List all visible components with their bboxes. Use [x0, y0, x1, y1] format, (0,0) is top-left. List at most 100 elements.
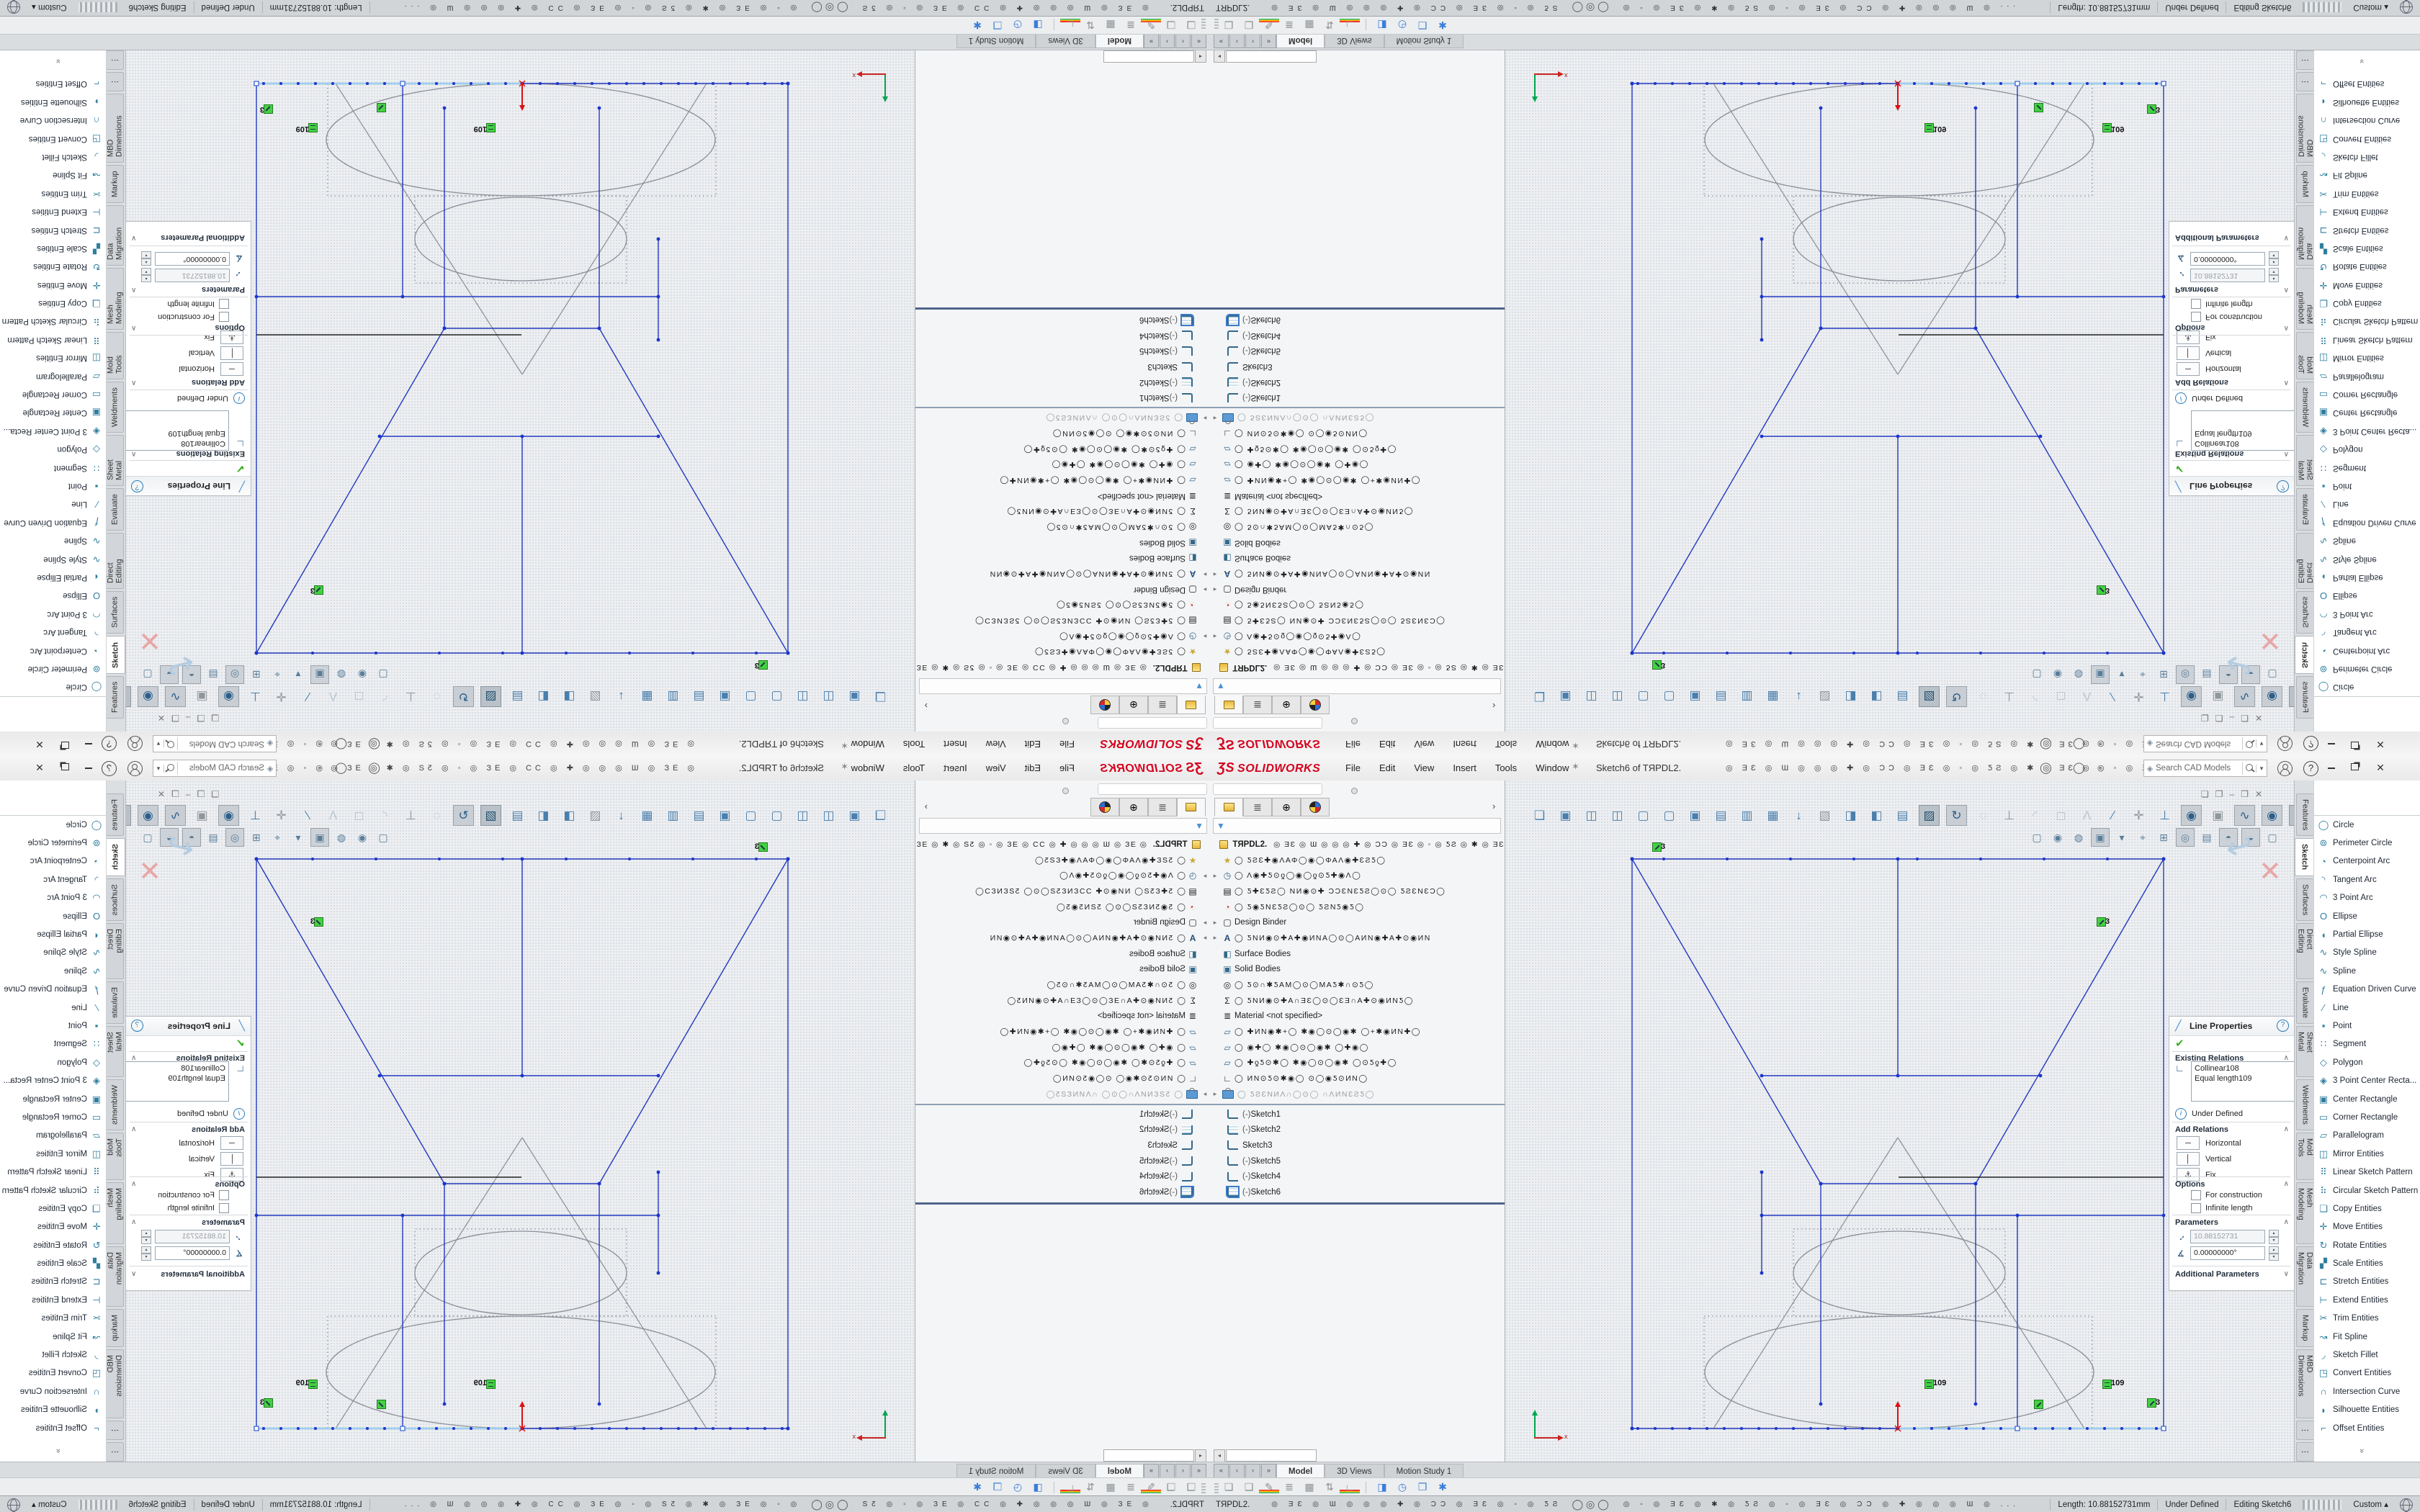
command-tab--[interactable]: ⋮ [2296, 72, 2313, 91]
mass-properties-icon[interactable]: ❏ [1219, 19, 1239, 31]
zoom-area-icon[interactable]: ◉ [2049, 666, 2066, 683]
tree-item-surface[interactable]: ◧Surface Bodies [915, 946, 1210, 962]
tool-rotate-entities[interactable]: ↻Rotate Entities [0, 258, 106, 276]
tree-filter-input[interactable] [920, 820, 1192, 832]
offset-entities-icon[interactable]: ∿ [2234, 686, 2255, 707]
command-tab--[interactable]: ⋮ [107, 1442, 124, 1462]
search-dropdown-icon[interactable]: ▾ [2256, 740, 2267, 748]
schedule-icon[interactable]: ◷ [1392, 19, 1412, 31]
length-spinner[interactable]: ▲▼ [141, 1230, 151, 1243]
arc-icon[interactable]: ◜ [2025, 687, 2045, 706]
tree-item-gauge[interactable]: ◔◯ Ƽ◉ƼΝƐƼƧ◯⊙◯ ƼƧΝƼ◉Ƽ◯ [1210, 899, 1505, 915]
swept-boss-icon[interactable]: ◫ [793, 687, 812, 706]
tree-item-sketch1[interactable]: (-) Sketch1 [915, 1107, 1210, 1122]
tool-perimeter-circle[interactable]: ⊚Perimeter Circle [0, 834, 106, 852]
restore-document-icon[interactable]: ❐ [2241, 713, 2249, 723]
expand-arrow-icon[interactable]: ▸ [1210, 632, 1220, 640]
edit-sketch-icon[interactable]: ↻ [1946, 686, 1967, 707]
tool-convert-entities[interactable]: ◳Convert Entities [0, 130, 106, 148]
tree-filter[interactable]: ▼ [1213, 818, 1501, 834]
pin-menu-icon[interactable]: ✶ [1572, 761, 1579, 773]
command-tab-evaluate[interactable]: Evaluate [107, 488, 124, 531]
tree-item-star[interactable]: ★◯ ƼƧƐ✚◉ΛΑΦ◯◉◯ΦΑΛ◉✚ƐƧƼ◯ [915, 644, 1210, 660]
sketch-line[interactable] [599, 859, 788, 1184]
tool-ellipse[interactable]: ΟEllipse [2314, 907, 2420, 925]
pack-and-go-icon[interactable]: ◨ [1372, 1481, 1392, 1493]
edit-appearance-icon[interactable]: ▤ [2198, 666, 2215, 683]
tree-item-chart[interactable]: ▤◯ Ƽ✚ƐƼƧ◯ ΝИ◉⊙✚ ƆƆƐΝƐƼƧ◯⊙◯ ƼƧƐΝƐƆ◯ [1210, 613, 1505, 629]
tool-corner-rectangle[interactable]: ▭Corner Rectangle [2314, 385, 2420, 403]
minimize-document-icon[interactable]: – [2230, 713, 2235, 723]
linear-pattern-icon[interactable]: ◧ [1867, 687, 1886, 706]
hide-show-items-icon[interactable]: ◎ [225, 665, 244, 684]
reference-geometry-icon[interactable]: ⊥ [1999, 687, 2019, 706]
tool-spline[interactable]: ∿Spline [2314, 531, 2420, 549]
tool-copy-entities[interactable]: ❏Copy Entities [0, 294, 106, 312]
tool-polygon[interactable]: ◇Polygon [2314, 441, 2420, 459]
arc-icon[interactable]: ◜ [2025, 806, 2045, 825]
tool-perimeter-circle[interactable]: ⊚Perimeter Circle [0, 660, 106, 678]
panel-collapse-handle[interactable] [1351, 788, 1358, 794]
tool-silhouette-entities[interactable]: ◗Silhouette Entities [0, 93, 106, 111]
tool-point[interactable]: ▪Point [0, 477, 106, 495]
shell-icon[interactable]: ▧ [586, 806, 605, 825]
tool-stretch-entities[interactable]: ⊏Stretch Entities [2314, 221, 2420, 239]
expand-arrow-icon[interactable]: ▸ [1210, 934, 1220, 942]
checkbox-icon[interactable] [219, 1190, 229, 1200]
add-relation-fix[interactable]: ⚓Fix [204, 330, 243, 344]
tool-corner-rectangle[interactable]: ▭Corner Rectangle [0, 1108, 106, 1126]
expand-arrow-icon[interactable]: ▸ [1200, 414, 1210, 422]
tool-extend-entities[interactable]: ⊢Extend Entities [2314, 1291, 2420, 1309]
tool-fit-spline[interactable]: ↝Fit Spline [0, 1328, 106, 1346]
restore-document-icon[interactable]: ❐ [2241, 789, 2249, 799]
section-view-icon[interactable]: ▣ [2091, 665, 2110, 684]
toolbar-circle-icon[interactable]: ◯ [335, 738, 347, 751]
tool-segment[interactable]: ∷Segment [2314, 1035, 2420, 1053]
extruded-boss-icon[interactable]: ▣ [845, 687, 864, 706]
tab-nav-3[interactable]: » [1261, 1464, 1276, 1478]
tab-nav-3[interactable]: » [1144, 34, 1159, 48]
tab-nav-1[interactable]: ‹ [1229, 1464, 1245, 1478]
tree-item-solid[interactable]: ▣Solid Bodies [915, 962, 1210, 978]
relation-badge-icon[interactable] [2034, 1400, 2043, 1409]
tree-filter-input[interactable] [1228, 680, 1500, 692]
display-style-icon[interactable]: ⊞ [2155, 829, 2172, 846]
add-relations-header[interactable]: Add Relations [192, 378, 245, 387]
tool-equation-driven-curve[interactable]: ƒEquation Driven Curve [2314, 513, 2420, 531]
tab-featuremanager-tree[interactable] [1177, 798, 1206, 816]
tool-trim-entities[interactable]: ✂Trim Entities [2314, 1310, 2420, 1328]
add-relations-header[interactable]: Add Relations [192, 1125, 245, 1134]
tree-item-origin[interactable]: ∟◯ ИΝ⊙Ƽ⊙✱◉◯ ⊙◯◉Ƽ⊙ИΝ◯ [915, 426, 1210, 441]
tool-polygon[interactable]: ◇Polygon [0, 441, 106, 459]
relations-listbox[interactable]: Collinear108Equal length109 [2191, 410, 2295, 451]
zoom-area-icon[interactable]: ◉ [354, 829, 371, 846]
sort-icon[interactable]: ⇅ [1319, 1481, 1340, 1493]
expand-arrow-icon[interactable]: ▸ [1200, 1090, 1210, 1098]
command-tab-data-migration[interactable]: Data Migration [107, 205, 124, 266]
tool-perimeter-circle[interactable]: ⊚Perimeter Circle [2314, 834, 2420, 852]
tool-parallelogram[interactable]: ▱Parallelogram [2314, 1127, 2420, 1145]
additional-parameters-header[interactable]: Additional Parameters [161, 233, 245, 242]
tool-spline[interactable]: ∿Spline [0, 531, 106, 549]
swept-cut-icon[interactable]: ▥ [663, 806, 683, 825]
tab-displaymanager[interactable] [1301, 696, 1330, 714]
search-icon[interactable] [2242, 737, 2256, 750]
command-tab-sketch[interactable]: Sketch [2295, 636, 2313, 674]
tree-item-sketch5[interactable]: (-) Sketch5 [915, 1153, 1210, 1169]
tool-move-entities[interactable]: ✛Move Entities [2314, 1218, 2420, 1236]
tab-nav-2[interactable]: › [1245, 34, 1260, 48]
tree-item-annotations[interactable]: ▸A◯ ƼΝИ◉⊙✚Α✚◉ИΝΑ◯⊙◯ΑИΝ◉✚Α✚⊙◉ИΝ [1210, 566, 1505, 582]
reference-geometry-icon[interactable]: ⊥ [1999, 806, 2019, 825]
command-tab-markup[interactable]: Markup [107, 1309, 124, 1347]
tree-item-binder[interactable]: ▸▢Design Binder [1210, 914, 1505, 930]
menu-view[interactable]: View [1414, 762, 1434, 773]
previous-view-icon[interactable]: ◍ [333, 666, 350, 683]
relation-badge-icon[interactable] [377, 103, 386, 112]
option-for-construction[interactable]: For construction [2191, 312, 2262, 322]
sort-icon[interactable]: ⇅ [1319, 19, 1340, 31]
close-button[interactable]: ✕ [2371, 737, 2390, 750]
pack-and-go-icon[interactable]: ◨ [1028, 1481, 1048, 1493]
tree-item-lockfolder[interactable]: ▸◯ ƼƧƐΝИΛ∩◯⊙◯ ∩ΛИΝƐƧƼ◯ [915, 410, 1210, 426]
length-field[interactable]: 10.88152731 [2190, 1230, 2265, 1243]
tree-item-sketch3[interactable]: Sketch3 [915, 359, 1210, 374]
